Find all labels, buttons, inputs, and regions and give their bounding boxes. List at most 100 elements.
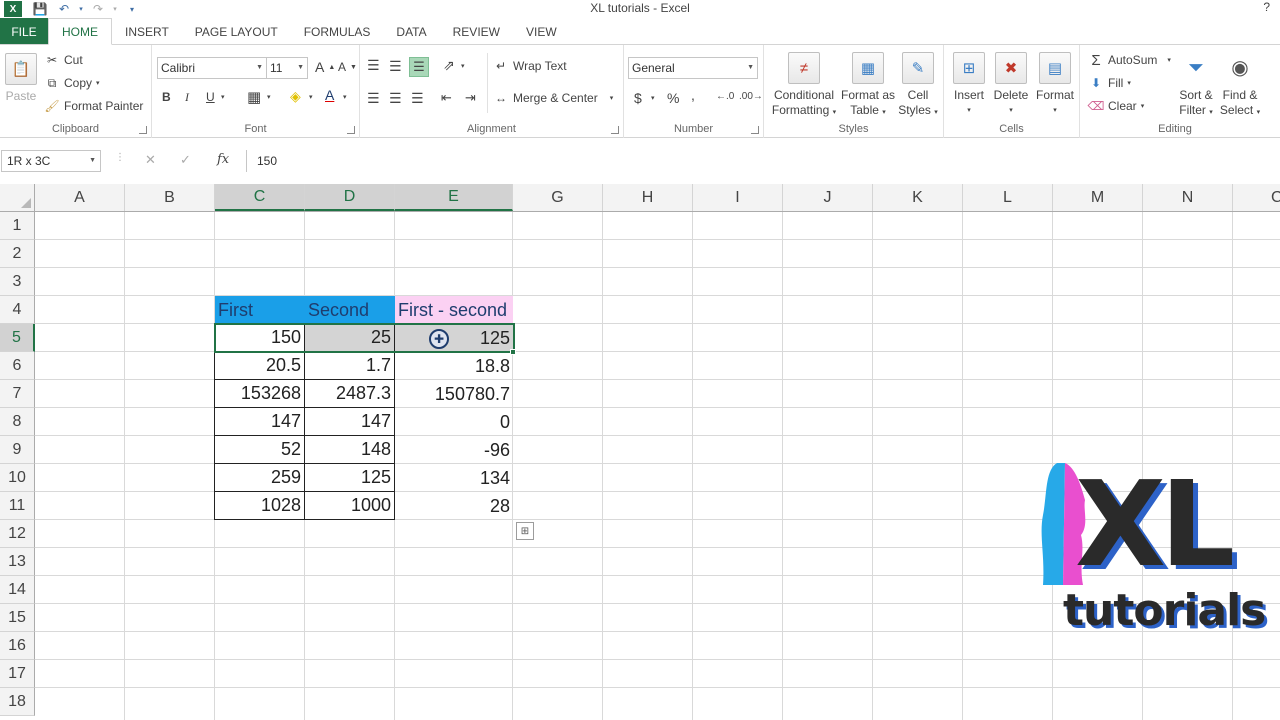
- orientation-icon[interactable]: ⇗: [443, 57, 455, 74]
- row-header-16[interactable]: 16: [0, 632, 35, 660]
- decrease-indent-icon[interactable]: ⇤: [441, 90, 452, 106]
- row-header-2[interactable]: 2: [0, 240, 35, 268]
- font-color-icon[interactable]: A: [325, 87, 334, 103]
- cell-styles-button[interactable]: ✎ Cell Styles ▾: [897, 52, 939, 120]
- column-header-o[interactable]: C: [1233, 184, 1280, 211]
- select-all-corner[interactable]: [0, 184, 35, 211]
- row-header-9[interactable]: 9: [0, 436, 35, 464]
- font-size-select[interactable]: 11 ▼: [266, 57, 308, 79]
- row-header-14[interactable]: 14: [0, 576, 35, 604]
- column-header-d[interactable]: D: [305, 184, 395, 211]
- name-box[interactable]: 1R x 3C ▼: [1, 150, 101, 172]
- merge-center-button[interactable]: ↔ Merge & Center ▾: [493, 90, 613, 106]
- currency-button[interactable]: $: [634, 90, 642, 106]
- autosum-button[interactable]: Σ AutoSum ▾: [1088, 52, 1171, 69]
- align-top-icon[interactable]: ☰: [367, 57, 380, 74]
- row-header-15[interactable]: 15: [0, 604, 35, 632]
- currency-dropdown-icon[interactable]: ▾: [651, 94, 655, 102]
- table-cell-c9[interactable]: 52: [214, 436, 305, 464]
- table-cell-e9[interactable]: -96: [395, 436, 513, 464]
- underline-dropdown-icon[interactable]: ▾: [221, 93, 225, 101]
- column-header-i[interactable]: I: [693, 184, 783, 211]
- table-header-second[interactable]: Second: [305, 296, 395, 324]
- table-cell-c10[interactable]: 259: [214, 464, 305, 492]
- enter-icon[interactable]: ✓: [180, 152, 191, 168]
- table-cell-d5[interactable]: 25: [305, 324, 395, 352]
- format-painter-button[interactable]: 🖌 Format Painter: [44, 98, 143, 114]
- number-format-select[interactable]: General ▼: [628, 57, 758, 79]
- format-as-table-button[interactable]: ▦ Format as Table ▾: [840, 52, 896, 120]
- column-header-j[interactable]: J: [783, 184, 873, 211]
- table-cell-c6[interactable]: 20.5: [214, 352, 305, 380]
- fill-color-icon[interactable]: ◈: [290, 88, 301, 105]
- table-cell-e6[interactable]: 18.8: [395, 352, 513, 380]
- dialog-launcher-icon[interactable]: [347, 126, 355, 134]
- table-cell-e8[interactable]: 0: [395, 408, 513, 436]
- tab-page-layout[interactable]: PAGE LAYOUT: [182, 18, 291, 45]
- clear-button[interactable]: ⌫ Clear ▾: [1088, 98, 1145, 114]
- column-header-m[interactable]: M: [1053, 184, 1143, 211]
- quick-analysis-icon[interactable]: ⊞: [516, 522, 534, 540]
- align-middle-icon[interactable]: ☰: [389, 58, 402, 75]
- increase-font-icon[interactable]: A ▲: [315, 59, 335, 75]
- row-header-7[interactable]: 7: [0, 380, 35, 408]
- tab-insert[interactable]: INSERT: [112, 18, 182, 45]
- paste-button[interactable]: 📋 Paste: [5, 53, 37, 104]
- underline-button[interactable]: U: [206, 90, 215, 104]
- borders-dropdown-icon[interactable]: ▾: [267, 93, 271, 101]
- table-cell-d9[interactable]: 148: [305, 436, 395, 464]
- conditional-formatting-button[interactable]: ≠ Conditional Formatting ▾: [769, 52, 839, 120]
- cancel-icon[interactable]: ✕: [145, 152, 156, 168]
- align-right-icon[interactable]: ☰: [411, 90, 424, 107]
- column-header-c[interactable]: C: [215, 184, 305, 211]
- insert-cells-button[interactable]: ⊞ Insert ▾: [950, 52, 988, 118]
- row-header-8[interactable]: 8: [0, 408, 35, 436]
- font-color-dropdown-icon[interactable]: ▾: [343, 93, 347, 101]
- find-select-button[interactable]: ◉ Find & Select ▾: [1218, 52, 1262, 120]
- orientation-dropdown-icon[interactable]: ▾: [461, 62, 465, 70]
- tab-view[interactable]: VIEW: [513, 18, 570, 45]
- insert-function-icon[interactable]: fx: [217, 152, 229, 167]
- sort-filter-button[interactable]: ⏷ Sort & Filter ▾: [1176, 52, 1216, 120]
- column-header-h[interactable]: H: [603, 184, 693, 211]
- row-header-12[interactable]: 12: [0, 520, 35, 548]
- table-cell-e11[interactable]: 28: [395, 492, 513, 520]
- table-cell-d11[interactable]: 1000: [305, 492, 395, 520]
- table-cell-d6[interactable]: 1.7: [305, 352, 395, 380]
- align-left-icon[interactable]: ☰: [367, 90, 380, 107]
- row-header-18[interactable]: 18: [0, 688, 35, 716]
- column-header-k[interactable]: K: [873, 184, 963, 211]
- percent-button[interactable]: %: [667, 90, 679, 106]
- align-bottom-icon[interactable]: ☰: [409, 57, 429, 77]
- row-header-3[interactable]: 3: [0, 268, 35, 296]
- tab-formulas[interactable]: FORMULAS: [291, 18, 384, 45]
- dialog-launcher-icon[interactable]: [611, 126, 619, 134]
- tab-review[interactable]: REVIEW: [440, 18, 513, 45]
- delete-cells-button[interactable]: ✖ Delete ▾: [992, 52, 1030, 118]
- fill-handle[interactable]: [510, 349, 516, 355]
- row-header-17[interactable]: 17: [0, 660, 35, 688]
- fill-color-dropdown-icon[interactable]: ▾: [309, 93, 313, 101]
- column-header-b[interactable]: B: [125, 184, 215, 211]
- table-cell-d10[interactable]: 125: [305, 464, 395, 492]
- table-header-first[interactable]: First: [215, 296, 305, 324]
- formula-input[interactable]: 150: [246, 150, 1280, 172]
- table-cell-e7[interactable]: 150780.7: [395, 380, 513, 408]
- column-header-g[interactable]: G: [513, 184, 603, 211]
- italic-button[interactable]: I: [185, 90, 189, 105]
- tab-home[interactable]: HOME: [48, 18, 112, 45]
- row-header-1[interactable]: 1: [0, 212, 35, 240]
- row-header-5[interactable]: 5: [0, 324, 35, 352]
- dialog-launcher-icon[interactable]: [139, 126, 147, 134]
- column-header-n[interactable]: N: [1143, 184, 1233, 211]
- column-header-e[interactable]: E: [395, 184, 513, 211]
- wrap-text-button[interactable]: ↵ Wrap Text: [493, 58, 567, 74]
- row-header-11[interactable]: 11: [0, 492, 35, 520]
- column-header-l[interactable]: L: [963, 184, 1053, 211]
- table-cell-d7[interactable]: 2487.3: [305, 380, 395, 408]
- format-cells-button[interactable]: ▤ Format ▾: [1034, 52, 1076, 118]
- dialog-launcher-icon[interactable]: [751, 126, 759, 134]
- increase-indent-icon[interactable]: ⇥: [465, 90, 476, 106]
- align-center-icon[interactable]: ☰: [389, 90, 402, 107]
- row-header-4[interactable]: 4: [0, 296, 35, 324]
